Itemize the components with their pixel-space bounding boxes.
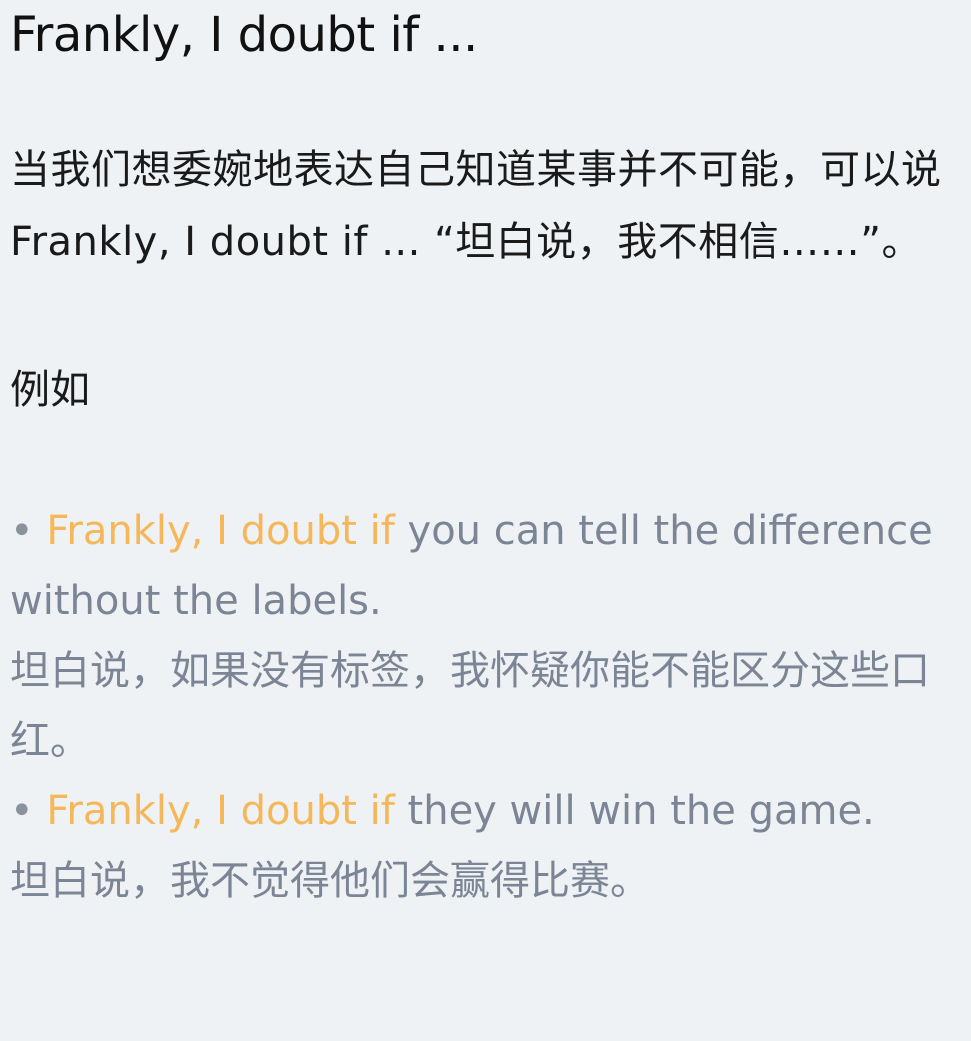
example-highlight: Frankly, I doubt if bbox=[46, 508, 395, 554]
bullet-icon: • bbox=[10, 508, 34, 554]
lesson-page: Frankly, I doubt if ... 当我们想委婉地表达自己知道某事并… bbox=[0, 0, 971, 1041]
intro-paragraph: 当我们想委婉地表达自己知道某事并不可能，可以说 Frankly, I doubt… bbox=[10, 147, 942, 265]
example-highlight: Frankly, I doubt if bbox=[46, 788, 395, 834]
example-heading: 例如 bbox=[10, 367, 90, 413]
example-list: • Frankly, I doubt if you can tell the d… bbox=[10, 496, 957, 916]
example-item: • Frankly, I doubt if they will win the … bbox=[10, 776, 957, 916]
example-translation: 坦白说，我不觉得他们会赢得比赛。 bbox=[10, 858, 650, 904]
page-title: Frankly, I doubt if ... bbox=[10, 7, 478, 63]
example-item: • Frankly, I doubt if you can tell the d… bbox=[10, 496, 957, 776]
example-sentence: they will win the game. bbox=[394, 788, 875, 834]
example-translation: 坦白说，如果没有标签，我怀疑你能不能区分这些口红。 bbox=[10, 648, 930, 764]
bullet-icon: • bbox=[10, 788, 34, 834]
